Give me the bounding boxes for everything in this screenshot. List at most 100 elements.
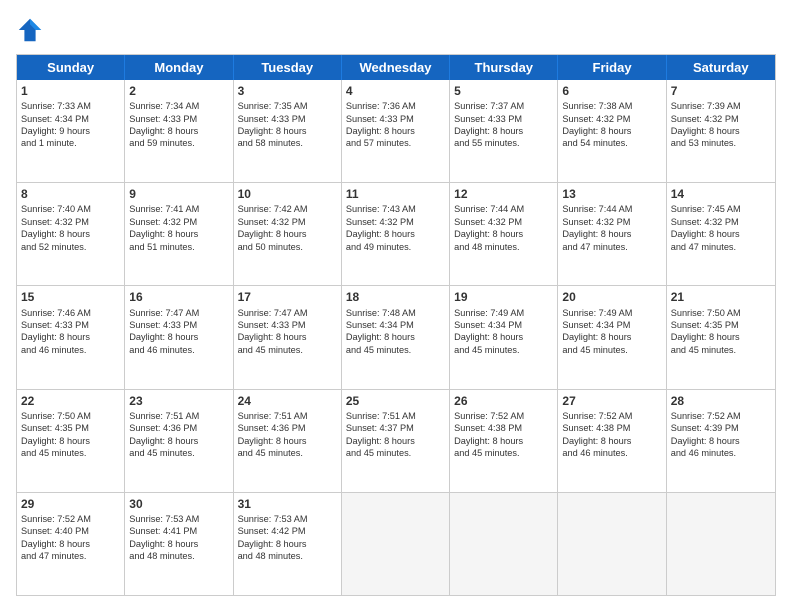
day-info: Sunrise: 7:48 AM xyxy=(346,307,445,319)
day-number: 9 xyxy=(129,186,228,202)
day-info: Sunset: 4:32 PM xyxy=(562,113,661,125)
calendar-row: 1Sunrise: 7:33 AMSunset: 4:34 PMDaylight… xyxy=(17,80,775,182)
day-info: Daylight: 8 hours xyxy=(346,228,445,240)
day-info: Sunset: 4:32 PM xyxy=(671,113,771,125)
calendar-cell: 21Sunrise: 7:50 AMSunset: 4:35 PMDayligh… xyxy=(667,286,775,388)
day-number: 17 xyxy=(238,289,337,305)
day-number: 21 xyxy=(671,289,771,305)
day-info: Daylight: 8 hours xyxy=(21,331,120,343)
day-info: Sunset: 4:37 PM xyxy=(346,422,445,434)
calendar-cell: 12Sunrise: 7:44 AMSunset: 4:32 PMDayligh… xyxy=(450,183,558,285)
day-info: Sunrise: 7:52 AM xyxy=(562,410,661,422)
day-info: Sunset: 4:32 PM xyxy=(562,216,661,228)
day-info: Daylight: 8 hours xyxy=(21,538,120,550)
calendar-cell: 7Sunrise: 7:39 AMSunset: 4:32 PMDaylight… xyxy=(667,80,775,182)
day-number: 3 xyxy=(238,83,337,99)
day-info: and 48 minutes. xyxy=(454,241,553,253)
day-info: Sunrise: 7:46 AM xyxy=(21,307,120,319)
day-info: Daylight: 8 hours xyxy=(454,125,553,137)
day-info: Sunrise: 7:52 AM xyxy=(21,513,120,525)
day-info: and 46 minutes. xyxy=(562,447,661,459)
day-number: 14 xyxy=(671,186,771,202)
day-info: Sunset: 4:36 PM xyxy=(129,422,228,434)
calendar-cell: 31Sunrise: 7:53 AMSunset: 4:42 PMDayligh… xyxy=(234,493,342,595)
day-info: and 1 minute. xyxy=(21,137,120,149)
day-number: 10 xyxy=(238,186,337,202)
calendar: SundayMondayTuesdayWednesdayThursdayFrid… xyxy=(16,54,776,596)
calendar-cell xyxy=(450,493,558,595)
day-info: and 46 minutes. xyxy=(129,344,228,356)
calendar-header: SundayMondayTuesdayWednesdayThursdayFrid… xyxy=(17,55,775,80)
day-info: and 47 minutes. xyxy=(671,241,771,253)
day-info: Sunset: 4:38 PM xyxy=(454,422,553,434)
calendar-cell: 20Sunrise: 7:49 AMSunset: 4:34 PMDayligh… xyxy=(558,286,666,388)
day-info: and 46 minutes. xyxy=(671,447,771,459)
day-info: Daylight: 8 hours xyxy=(238,435,337,447)
day-info: Sunset: 4:33 PM xyxy=(238,113,337,125)
header xyxy=(16,16,776,44)
day-info: Sunrise: 7:42 AM xyxy=(238,203,337,215)
calendar-body: 1Sunrise: 7:33 AMSunset: 4:34 PMDaylight… xyxy=(17,80,775,595)
day-number: 28 xyxy=(671,393,771,409)
day-info: Sunset: 4:40 PM xyxy=(21,525,120,537)
day-info: Sunrise: 7:35 AM xyxy=(238,100,337,112)
day-number: 27 xyxy=(562,393,661,409)
calendar-row: 15Sunrise: 7:46 AMSunset: 4:33 PMDayligh… xyxy=(17,285,775,388)
day-info: Sunset: 4:32 PM xyxy=(454,216,553,228)
day-info: Sunrise: 7:40 AM xyxy=(21,203,120,215)
day-info: Daylight: 8 hours xyxy=(21,435,120,447)
calendar-cell: 27Sunrise: 7:52 AMSunset: 4:38 PMDayligh… xyxy=(558,390,666,492)
day-info: Sunrise: 7:51 AM xyxy=(346,410,445,422)
day-info: Daylight: 8 hours xyxy=(346,125,445,137)
day-info: and 45 minutes. xyxy=(346,447,445,459)
day-info: and 55 minutes. xyxy=(454,137,553,149)
day-info: Sunrise: 7:39 AM xyxy=(671,100,771,112)
day-number: 26 xyxy=(454,393,553,409)
calendar-cell: 19Sunrise: 7:49 AMSunset: 4:34 PMDayligh… xyxy=(450,286,558,388)
calendar-row: 22Sunrise: 7:50 AMSunset: 4:35 PMDayligh… xyxy=(17,389,775,492)
calendar-cell: 26Sunrise: 7:52 AMSunset: 4:38 PMDayligh… xyxy=(450,390,558,492)
day-info: Sunset: 4:33 PM xyxy=(238,319,337,331)
day-info: Daylight: 8 hours xyxy=(454,228,553,240)
calendar-row: 8Sunrise: 7:40 AMSunset: 4:32 PMDaylight… xyxy=(17,182,775,285)
calendar-cell: 24Sunrise: 7:51 AMSunset: 4:36 PMDayligh… xyxy=(234,390,342,492)
day-info: Daylight: 8 hours xyxy=(454,435,553,447)
day-number: 6 xyxy=(562,83,661,99)
calendar-cell: 1Sunrise: 7:33 AMSunset: 4:34 PMDaylight… xyxy=(17,80,125,182)
day-info: Sunset: 4:33 PM xyxy=(129,113,228,125)
weekday-header: Sunday xyxy=(17,55,125,80)
day-info: Daylight: 8 hours xyxy=(129,435,228,447)
calendar-cell: 23Sunrise: 7:51 AMSunset: 4:36 PMDayligh… xyxy=(125,390,233,492)
day-info: Daylight: 8 hours xyxy=(454,331,553,343)
day-info: Daylight: 8 hours xyxy=(562,228,661,240)
day-info: and 57 minutes. xyxy=(346,137,445,149)
day-number: 25 xyxy=(346,393,445,409)
logo xyxy=(16,16,48,44)
logo-icon xyxy=(16,16,44,44)
day-info: Daylight: 8 hours xyxy=(238,125,337,137)
calendar-cell: 6Sunrise: 7:38 AMSunset: 4:32 PMDaylight… xyxy=(558,80,666,182)
day-number: 19 xyxy=(454,289,553,305)
day-number: 22 xyxy=(21,393,120,409)
day-info: Sunrise: 7:47 AM xyxy=(238,307,337,319)
day-info: Sunrise: 7:50 AM xyxy=(671,307,771,319)
calendar-cell: 16Sunrise: 7:47 AMSunset: 4:33 PMDayligh… xyxy=(125,286,233,388)
day-info: Sunset: 4:34 PM xyxy=(454,319,553,331)
day-info: and 45 minutes. xyxy=(562,344,661,356)
day-info: Daylight: 8 hours xyxy=(562,125,661,137)
day-info: Sunrise: 7:41 AM xyxy=(129,203,228,215)
calendar-cell: 18Sunrise: 7:48 AMSunset: 4:34 PMDayligh… xyxy=(342,286,450,388)
weekday-header: Thursday xyxy=(450,55,558,80)
day-info: Sunset: 4:41 PM xyxy=(129,525,228,537)
day-info: and 45 minutes. xyxy=(129,447,228,459)
day-info: Daylight: 8 hours xyxy=(346,331,445,343)
day-info: Sunset: 4:35 PM xyxy=(671,319,771,331)
day-info: Sunrise: 7:53 AM xyxy=(129,513,228,525)
day-info: and 46 minutes. xyxy=(21,344,120,356)
day-info: Sunrise: 7:44 AM xyxy=(562,203,661,215)
day-info: Daylight: 8 hours xyxy=(21,228,120,240)
day-info: and 45 minutes. xyxy=(454,344,553,356)
day-info: Sunset: 4:34 PM xyxy=(346,319,445,331)
day-info: and 45 minutes. xyxy=(671,344,771,356)
day-number: 11 xyxy=(346,186,445,202)
